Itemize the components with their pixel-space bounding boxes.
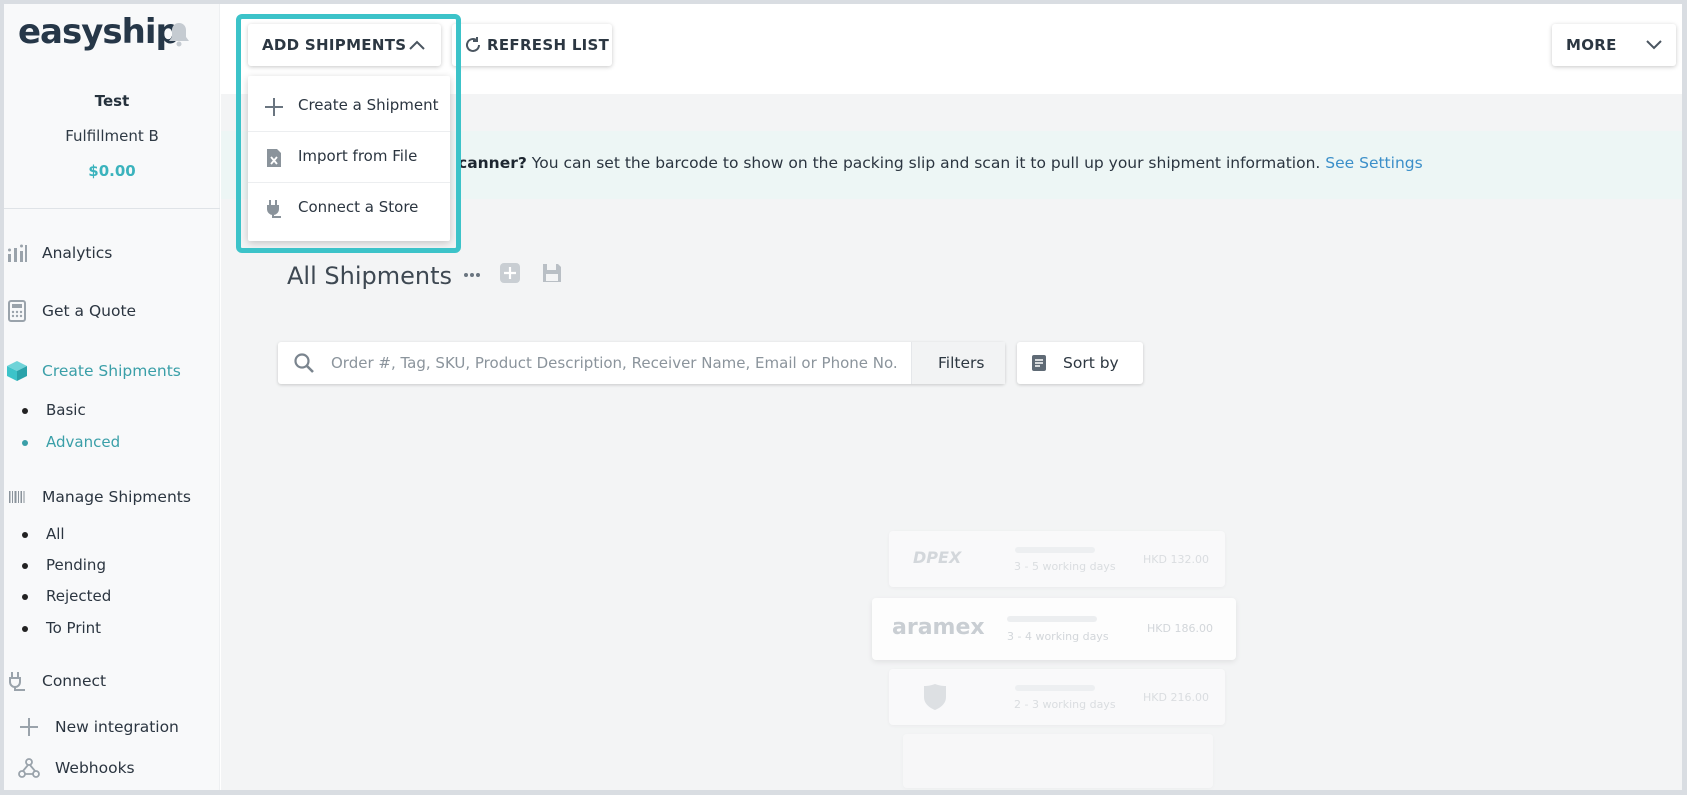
bell-icon[interactable] [166, 20, 192, 48]
placeholder-card: DPEX 3 - 5 working days HKD 132.00 [889, 531, 1225, 587]
refresh-icon [466, 37, 480, 52]
placeholder-bar [1015, 685, 1095, 691]
sidebar-item-analytics[interactable]: Analytics [4, 242, 220, 266]
sidebar-subitem-label: To Print [46, 619, 102, 637]
refresh-list-button[interactable]: REFRESH LIST [452, 24, 612, 66]
sidebar-item-get-quote[interactable]: Get a Quote [4, 300, 220, 324]
add-shipments-button[interactable]: ADD SHIPMENTS [248, 24, 441, 66]
banner-text: canner? You can set the barcode to show … [458, 154, 1423, 172]
menu-item-connect-store[interactable]: Connect a Store [248, 183, 450, 234]
plus-icon [20, 718, 38, 736]
banner-message: You can set the barcode to show on the p… [526, 154, 1326, 172]
sidebar-item-connect[interactable]: Connect [4, 670, 220, 694]
easyship-logo[interactable]: easyship [18, 12, 180, 52]
sort-by-button[interactable]: Sort by [1017, 342, 1143, 384]
sidebar-item-new-integration[interactable]: New integration [4, 716, 220, 740]
plus-icon [265, 98, 283, 116]
placeholder-bar [1015, 547, 1095, 553]
sidebar-item-create-shipments[interactable]: Create Shipments [4, 360, 220, 384]
search-input[interactable]: Order #, Tag, SKU, Product Description, … [331, 354, 898, 372]
webhook-icon [18, 758, 40, 778]
sidebar-subitem-label: Basic [46, 401, 86, 419]
more-button[interactable]: MORE [1552, 24, 1676, 66]
account-subtitle: Fulfillment B [65, 127, 159, 145]
page-title: All Shipments [287, 262, 452, 290]
menu-item-label: Connect a Store [298, 198, 419, 216]
bullet [22, 440, 28, 446]
card-days: 2 - 3 working days [1014, 698, 1116, 711]
sidebar-item-label: Manage Shipments [42, 488, 191, 506]
analytics-icon [8, 244, 27, 262]
search-icon [294, 353, 314, 373]
box-icon [7, 361, 27, 381]
ups-shield-icon [924, 684, 946, 710]
bullet [22, 626, 28, 632]
save-icon[interactable] [541, 262, 563, 284]
calculator-icon [8, 300, 26, 322]
filters-button[interactable]: Filters [911, 342, 1005, 384]
sidebar-subitem-label: Pending [46, 556, 106, 574]
more-options-icon[interactable] [463, 272, 481, 278]
sidebar-subitem-label: Rejected [46, 587, 112, 605]
plug-icon [9, 672, 25, 691]
button-label: REFRESH LIST [487, 36, 610, 54]
barcode-icon [9, 491, 25, 503]
see-settings-link[interactable]: See Settings [1325, 154, 1422, 172]
button-label: MORE [1566, 36, 1617, 54]
placeholder-card: 2 - 3 working days HKD 216.00 [889, 669, 1225, 725]
card-price: HKD 132.00 [1143, 553, 1209, 566]
bullet [22, 594, 28, 600]
menu-item-label: Create a Shipment [298, 96, 439, 114]
account-balance[interactable]: $0.00 [4, 162, 220, 180]
sidebar-item-webhooks[interactable]: Webhooks [4, 757, 220, 781]
sidebar-subitem-label: All [46, 525, 65, 543]
add-view-icon[interactable] [499, 262, 521, 284]
menu-item-label: Import from File [298, 147, 418, 165]
sidebar-item-manage-shipments[interactable]: Manage Shipments [4, 486, 220, 510]
placeholder-bar [1007, 616, 1097, 622]
sidebar-subitem-label: Advanced [46, 433, 121, 451]
placeholder-card: aramex 3 - 4 working days HKD 186.00 [872, 598, 1236, 660]
sidebar-item-label: New integration [55, 718, 179, 736]
sidebar-item-label: Webhooks [55, 759, 135, 777]
button-label: Sort by [1063, 354, 1119, 372]
plug-icon [267, 200, 281, 218]
carrier-logo: aramex [892, 615, 985, 640]
app-window: easyship Test Fulfillment B $0.00 Analyt… [4, 4, 1682, 790]
chevron-down-icon [1646, 40, 1662, 50]
bullet [22, 408, 28, 414]
sort-icon [1032, 355, 1046, 371]
sidebar-item-label: Analytics [42, 244, 113, 262]
card-days: 3 - 5 working days [1014, 560, 1116, 573]
sidebar-item-label: Get a Quote [42, 302, 137, 320]
card-price: HKD 216.00 [1143, 691, 1209, 704]
button-label: Filters [938, 354, 985, 372]
sidebar-item-label: Create Shipments [42, 362, 181, 380]
sidebar-divider [4, 208, 220, 209]
card-days: 3 - 4 working days [1007, 630, 1109, 643]
button-label: ADD SHIPMENTS [262, 36, 407, 54]
bullet [22, 532, 28, 538]
bullet [22, 563, 28, 569]
carrier-logo: DPEX [913, 548, 962, 567]
sidebar-item-label: Connect [42, 672, 107, 690]
placeholder-card [903, 734, 1213, 788]
card-price: HKD 186.00 [1147, 622, 1213, 635]
banner-bold: canner? [458, 154, 527, 172]
search-bar: Order #, Tag, SKU, Product Description, … [278, 342, 1005, 384]
menu-item-create-shipment[interactable]: Create a Shipment [248, 81, 450, 132]
sidebar: easyship Test Fulfillment B $0.00 Analyt… [4, 4, 220, 790]
menu-item-import-file[interactable]: Import from File [248, 132, 450, 183]
excel-file-icon [267, 149, 281, 167]
account-name: Test [94, 92, 130, 110]
add-shipments-menu: Create a Shipment Import from File Conne… [248, 76, 450, 241]
chevron-up-icon [409, 40, 425, 50]
